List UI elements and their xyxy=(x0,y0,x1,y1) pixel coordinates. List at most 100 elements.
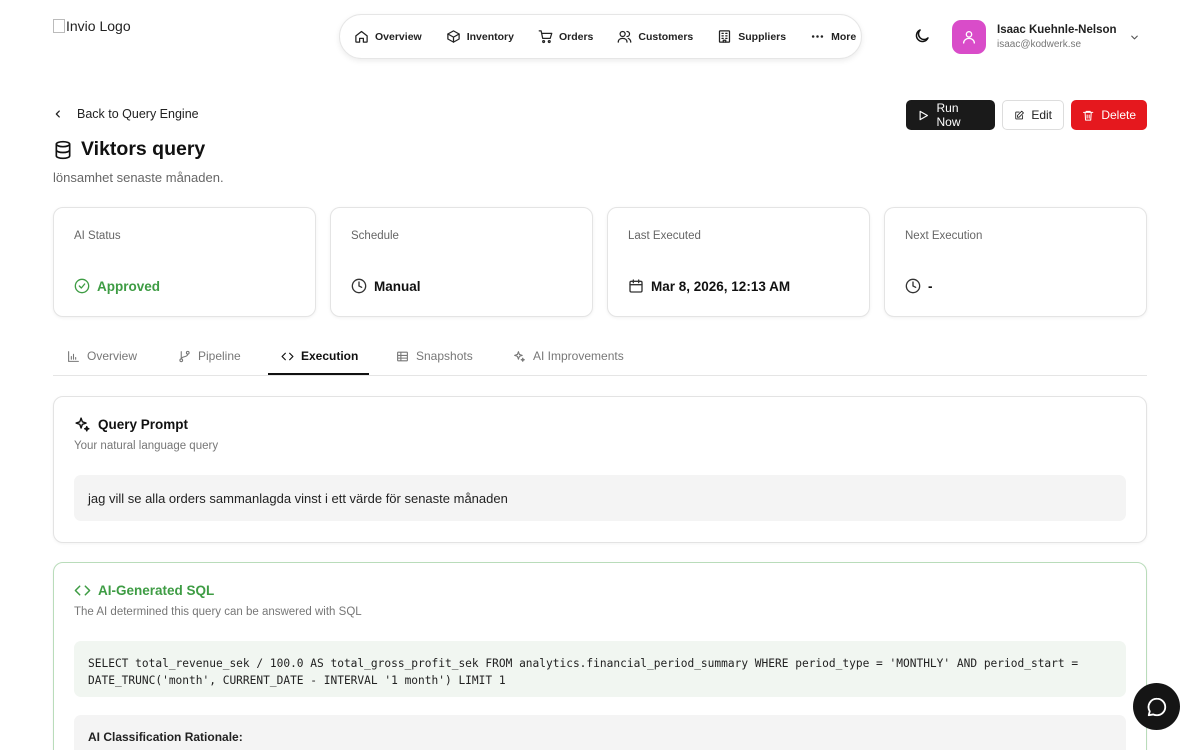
ai-sql-panel: AI-Generated SQL The AI determined this … xyxy=(53,562,1147,750)
logo-alt-text: Invio Logo xyxy=(66,18,131,34)
nav-orders-label: Orders xyxy=(558,30,594,43)
calendar-icon xyxy=(629,279,643,293)
user-email: isaac@kodwerk.se xyxy=(997,39,1082,50)
query-prompt-panel: Query Prompt Your natural language query… xyxy=(53,396,1147,543)
tab-bar: Overview Pipeline Execution Snapshots AI… xyxy=(53,337,1147,376)
nav-overview[interactable]: Overview xyxy=(354,15,434,58)
run-now-button[interactable]: Run Now xyxy=(906,100,995,130)
page-title: Viktors query xyxy=(81,138,206,160)
tab-pipeline[interactable]: Pipeline xyxy=(178,337,241,375)
page-actions: Run Now Edit Delete xyxy=(906,100,1147,130)
users-icon xyxy=(618,30,632,43)
stat-label: Next Execution xyxy=(905,230,983,242)
sparkles-icon xyxy=(514,350,525,362)
nav-inventory-label: Inventory xyxy=(466,30,514,43)
cart-icon xyxy=(538,30,553,44)
stat-label: Last Executed xyxy=(628,230,701,242)
tab-label: Execution xyxy=(301,349,359,363)
stat-card-next-execution: Next Execution - xyxy=(884,207,1147,317)
check-circle-icon xyxy=(74,278,90,294)
stat-value: Manual xyxy=(351,278,421,294)
nav-more[interactable]: More xyxy=(798,15,868,58)
top-nav: Overview Inventory Orders Customers Supp… xyxy=(339,14,862,59)
tab-label: Pipeline xyxy=(198,349,241,363)
moon-icon[interactable] xyxy=(913,27,931,45)
stat-value-text: Approved xyxy=(97,278,161,294)
stat-card-ai-status: AI Status Approved xyxy=(53,207,316,317)
tab-label: Snapshots xyxy=(416,349,473,363)
tab-label: Overview xyxy=(87,349,138,363)
user-name: Isaac Kuehnle-Nelson xyxy=(997,24,1117,36)
stat-value-text: - xyxy=(928,278,933,294)
nav-suppliers-label: Suppliers xyxy=(738,30,787,43)
code-icon xyxy=(281,352,294,360)
stat-value: Mar 8, 2026, 12:13 AM xyxy=(628,278,790,294)
panel-title: AI-Generated SQL xyxy=(98,583,215,598)
avatar xyxy=(952,20,986,54)
tab-execution[interactable]: Execution xyxy=(281,337,358,375)
delete-label: Delete xyxy=(1101,108,1136,122)
nav-customers[interactable]: Customers xyxy=(605,15,705,58)
user-info: Isaac Kuehnle-Nelson isaac@kodwerk.se xyxy=(997,23,1117,51)
nav-inventory[interactable]: Inventory xyxy=(434,15,526,58)
broken-image-icon xyxy=(53,19,65,33)
page-title-row: Viktors query xyxy=(53,138,205,161)
table-icon xyxy=(397,351,408,361)
edit-icon xyxy=(1015,110,1024,119)
back-link-label: Back to Query Engine xyxy=(77,107,199,121)
panel-subtitle: The AI determined this query can be answ… xyxy=(74,606,362,618)
panel-title: Query Prompt xyxy=(98,417,189,432)
back-link[interactable]: Back to Query Engine xyxy=(53,107,199,121)
home-icon xyxy=(355,30,368,43)
tab-overview[interactable]: Overview xyxy=(67,337,137,375)
code-icon xyxy=(74,585,91,596)
user-icon xyxy=(963,31,975,44)
stat-card-schedule: Schedule Manual xyxy=(330,207,593,317)
panel-header: Query Prompt xyxy=(74,416,188,433)
more-dots-icon xyxy=(812,35,824,38)
prompt-text: jag vill se alla orders sammanlagda vins… xyxy=(74,475,1126,521)
git-branch-icon xyxy=(179,350,190,362)
nav-suppliers[interactable]: Suppliers xyxy=(705,15,798,58)
clock-icon xyxy=(905,278,921,294)
stat-card-last-executed: Last Executed Mar 8, 2026, 12:13 AM xyxy=(607,207,870,317)
stat-label: AI Status xyxy=(74,230,121,242)
database-icon xyxy=(55,140,71,159)
panel-subtitle: Your natural language query xyxy=(74,440,219,452)
nav-orders[interactable]: Orders xyxy=(526,15,605,58)
classification-rationale: AI Classification Rationale: xyxy=(74,715,1126,750)
clock-icon xyxy=(351,278,367,294)
sparkles-icon xyxy=(75,417,90,432)
rationale-label: AI Classification Rationale: xyxy=(88,730,243,744)
chevron-left-icon xyxy=(55,110,60,118)
play-icon xyxy=(919,110,929,120)
delete-button[interactable]: Delete xyxy=(1071,100,1147,130)
stat-label: Schedule xyxy=(351,230,399,242)
tab-snapshots[interactable]: Snapshots xyxy=(396,337,473,375)
active-tab-indicator xyxy=(268,373,369,375)
edit-button[interactable]: Edit xyxy=(1002,100,1064,130)
panel-header: AI-Generated SQL xyxy=(74,582,214,599)
nav-overview-label: Overview xyxy=(375,30,422,43)
building-icon xyxy=(719,30,731,43)
stat-value-text: Mar 8, 2026, 12:13 AM xyxy=(651,278,791,294)
user-menu[interactable]: Isaac Kuehnle-Nelson isaac@kodwerk.se xyxy=(952,20,1138,54)
sql-code: SELECT total_revenue_sek / 100.0 AS tota… xyxy=(74,641,1126,697)
stat-value-text: Manual xyxy=(374,278,421,294)
package-icon xyxy=(446,30,460,43)
run-now-label: Run Now xyxy=(936,101,961,129)
trash-icon xyxy=(1083,110,1094,121)
chat-button[interactable] xyxy=(1133,683,1180,730)
tab-ai-improvements[interactable]: AI Improvements xyxy=(513,337,624,375)
logo[interactable]: Invio Logo xyxy=(53,16,131,36)
nav-customers-label: Customers xyxy=(638,30,694,43)
page-subtitle: lönsamhet senaste månaden. xyxy=(53,170,224,185)
nav-more-label: More xyxy=(831,30,857,43)
bar-chart-icon xyxy=(68,350,79,362)
chevron-down-icon[interactable] xyxy=(1129,32,1140,43)
stat-value: Approved xyxy=(74,278,160,294)
stat-value: - xyxy=(905,278,933,294)
chat-bubble-icon xyxy=(1147,697,1166,716)
edit-label: Edit xyxy=(1031,108,1052,122)
tab-label: AI Improvements xyxy=(533,349,624,363)
